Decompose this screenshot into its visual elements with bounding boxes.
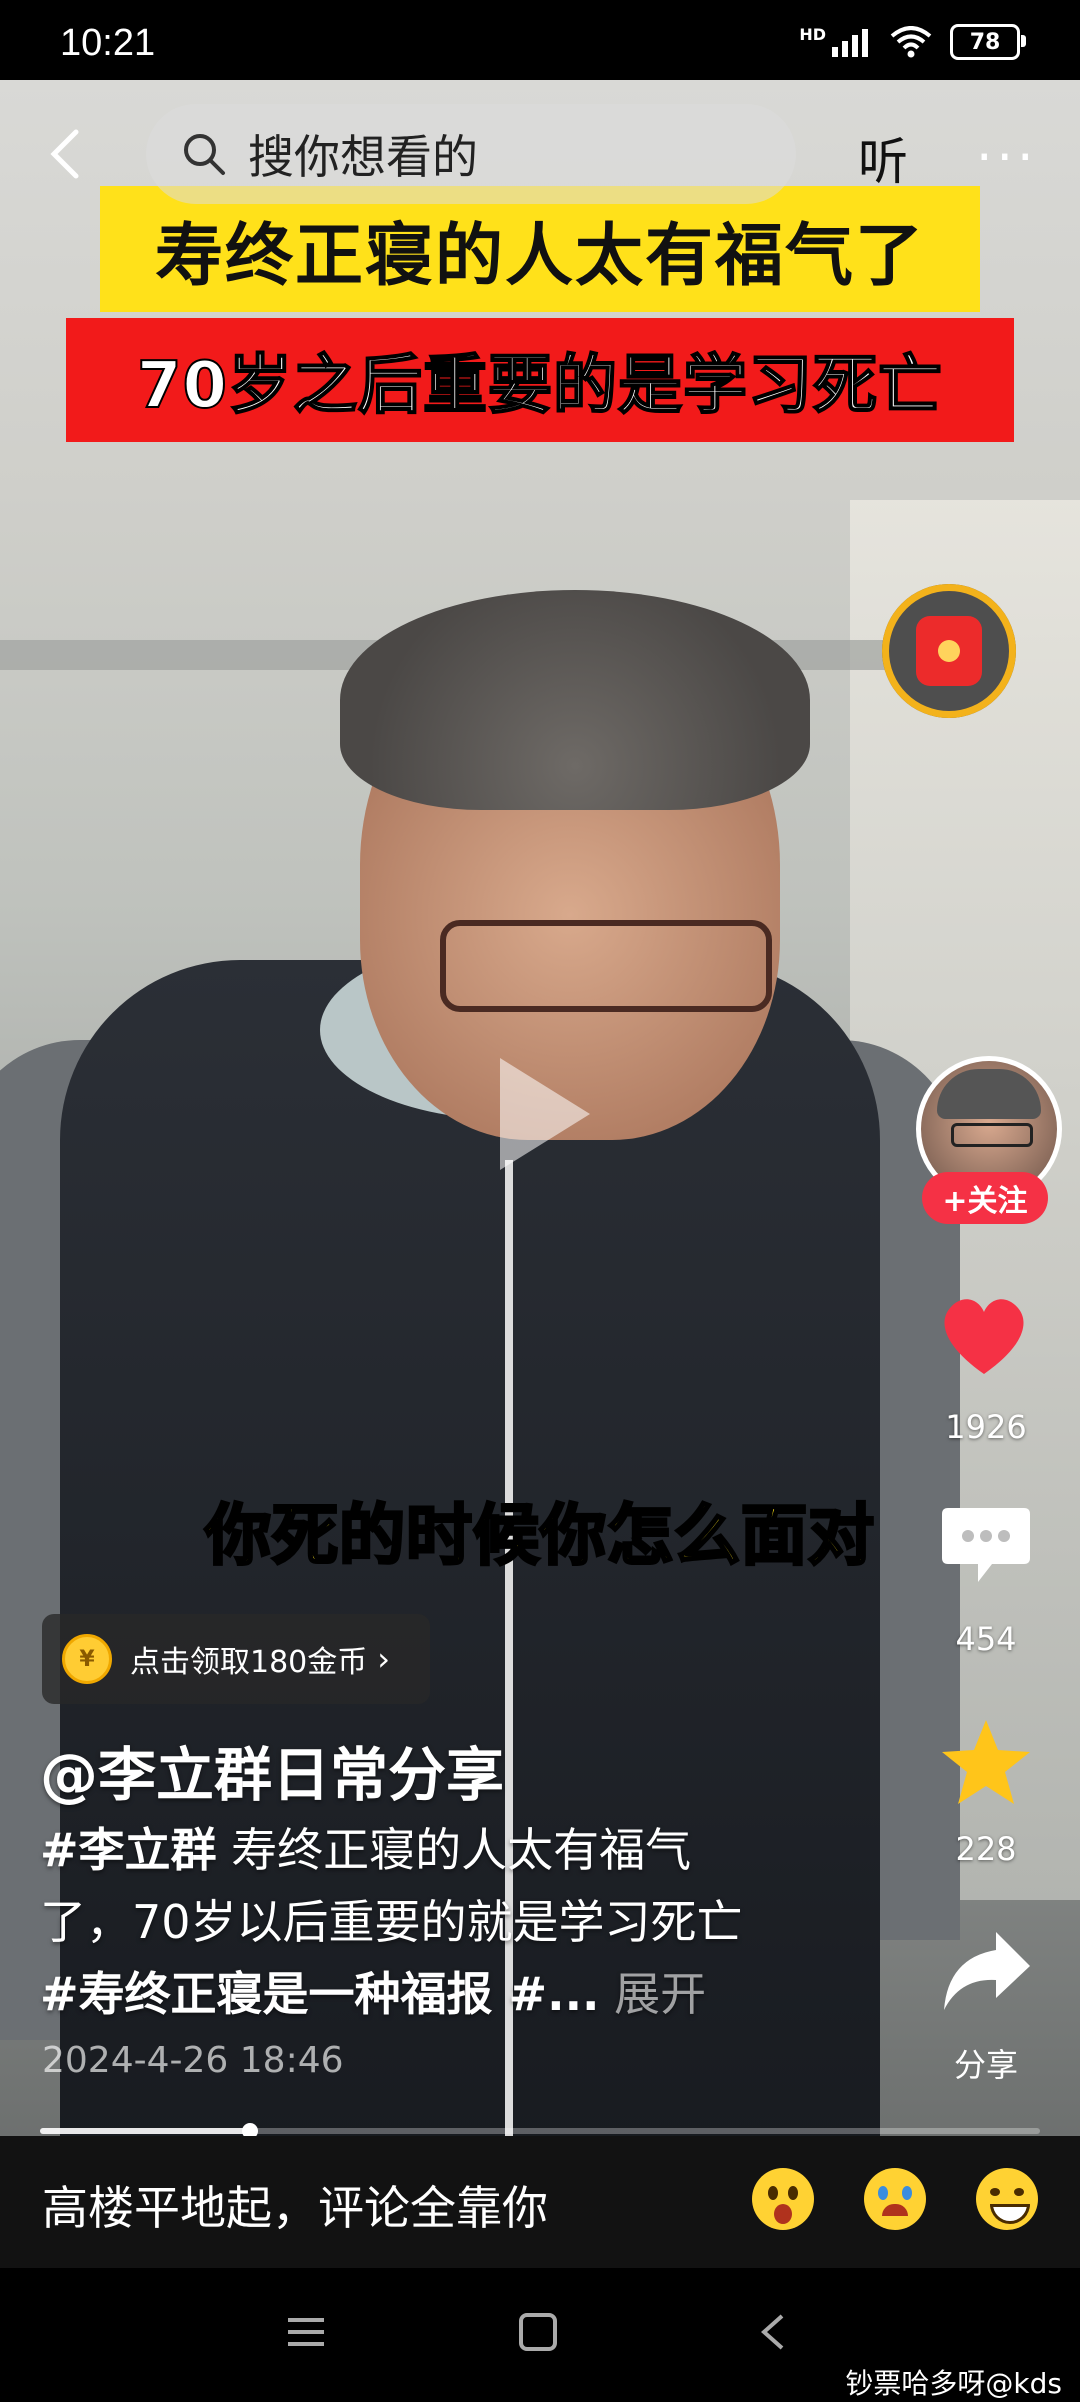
expand-link[interactable]: 展开 xyxy=(600,1967,706,2021)
wifi-icon xyxy=(890,26,932,58)
like-count: 1926 xyxy=(945,1408,1027,1446)
status-time: 10:21 xyxy=(60,22,156,64)
description-text: 寿终正寝的人太有福气 xyxy=(216,1823,692,1877)
hashtag-link[interactable]: #李立群 xyxy=(40,1823,217,1877)
video-subtitle-text: 70岁之后重要的是学习死亡 xyxy=(136,348,944,424)
comment-bar: 高楼平地起，评论全靠你 xyxy=(0,2136,1080,2268)
video-subtitle-banner: 70岁之后重要的是学习死亡 xyxy=(66,318,1014,442)
comment-count: 454 xyxy=(955,1620,1017,1658)
description-text: 了，70岁以后重要的就是学习死亡 xyxy=(40,1895,743,1949)
like-icon[interactable] xyxy=(934,1286,1034,1386)
battery-level: 78 xyxy=(969,29,1001,55)
back-nav-icon[interactable] xyxy=(754,2312,794,2352)
more-options-icon[interactable]: ··· xyxy=(976,128,1038,188)
network-label: HD xyxy=(799,24,826,44)
video-subject xyxy=(440,920,772,1012)
progress-fill xyxy=(40,2128,250,2134)
share-label: 分享 xyxy=(953,2046,1018,2084)
video-title-text: 寿终正寝的人太有福气了 xyxy=(154,216,925,296)
back-icon[interactable] xyxy=(40,126,96,182)
video-caption: 你死的时候你怎么面对 xyxy=(204,1496,876,1576)
search-icon xyxy=(184,134,225,175)
comment-icon[interactable] xyxy=(940,1504,1032,1588)
post-description: #李立群 寿终正寝的人太有福气 了，70岁以后重要的就是学习死亡 #寿终正寝是一… xyxy=(40,1814,860,2030)
search-input[interactable]: 搜你想看的 xyxy=(146,104,796,204)
listen-button[interactable]: 听 xyxy=(858,122,908,194)
share-icon[interactable] xyxy=(938,1926,1034,2016)
menu-icon[interactable] xyxy=(286,2312,326,2352)
video-progress-bar[interactable] xyxy=(40,2123,1040,2139)
crying-emoji-icon[interactable] xyxy=(864,2168,926,2230)
red-envelope-icon xyxy=(916,616,982,686)
search-placeholder: 搜你想看的 xyxy=(248,130,478,184)
video-title-banner: 寿终正寝的人太有福气了 xyxy=(100,186,980,312)
comment-input[interactable]: 高楼平地起，评论全靠你 xyxy=(42,2172,548,2238)
chevron-right-icon: › xyxy=(377,1640,391,1678)
surprised-emoji-icon[interactable] xyxy=(752,2168,814,2230)
grin-emoji-icon[interactable] xyxy=(976,2168,1038,2230)
watermark-text: 钞票哈多呀@kds xyxy=(845,2367,1062,2400)
author-name[interactable]: @李立群日常分享 xyxy=(40,1728,504,1812)
status-icons: HD 78 xyxy=(799,24,1026,60)
favorite-star-icon[interactable] xyxy=(938,1714,1034,1810)
hashtag-link[interactable]: #寿终正寝是一种福报 #... xyxy=(40,1967,600,2021)
status-bar: 10:21 HD 78 xyxy=(0,0,1080,80)
video-subject xyxy=(340,590,810,810)
red-packet-icon[interactable] xyxy=(882,584,1016,718)
follow-button[interactable]: +关注 xyxy=(922,1172,1048,1224)
play-icon[interactable] xyxy=(500,1058,590,1170)
favorite-count: 228 xyxy=(955,1830,1017,1868)
home-icon[interactable] xyxy=(518,2312,558,2352)
coin-icon: ¥ xyxy=(62,1634,112,1684)
coin-reward-button[interactable]: ¥ 点击领取180金币 › xyxy=(42,1614,430,1704)
coin-reward-text: 点击领取180金币 xyxy=(130,1645,368,1680)
battery-indicator: 78 xyxy=(950,24,1026,60)
top-bar: 搜你想看的 听 ··· xyxy=(0,104,1080,204)
signal-icon xyxy=(832,29,868,57)
post-date: 2024-4-26 18:46 xyxy=(42,2040,344,2081)
